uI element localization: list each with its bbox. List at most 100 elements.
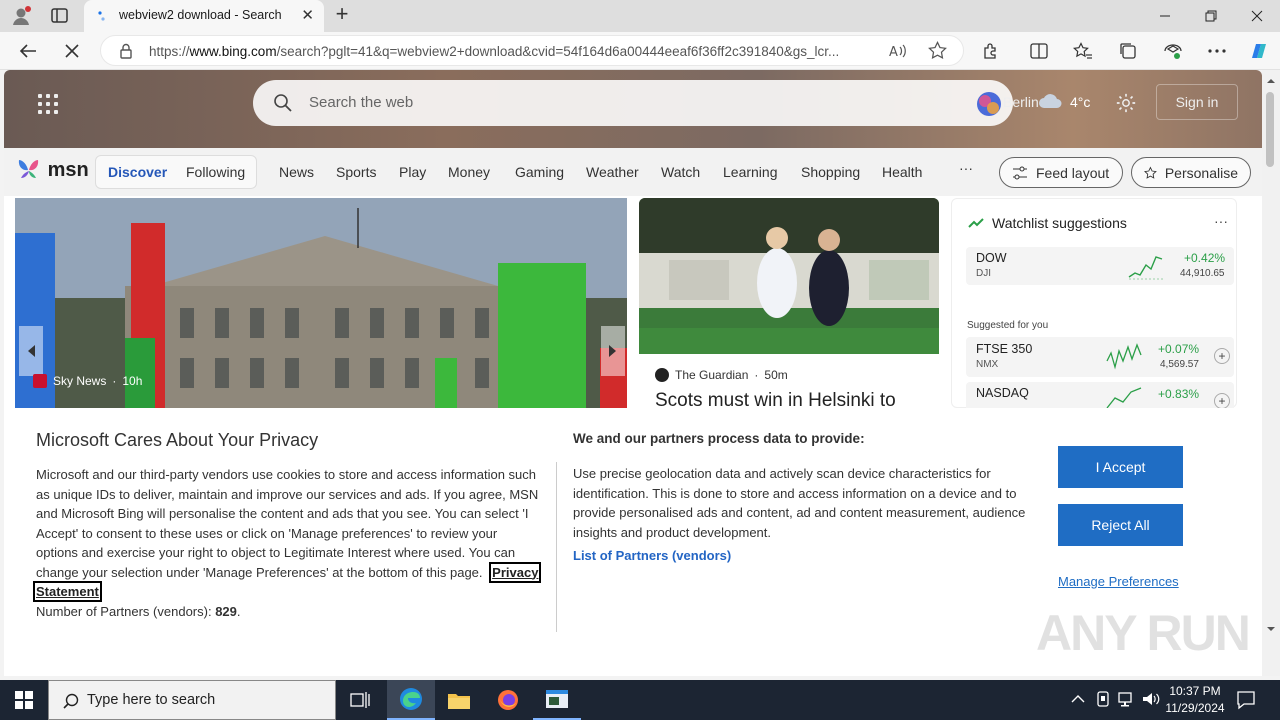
- stock-value: 44,910.65: [1180, 268, 1225, 279]
- close-window-button[interactable]: [1234, 0, 1280, 32]
- feed-layout-button[interactable]: Feed layout: [999, 157, 1123, 188]
- nav-money[interactable]: Money: [448, 164, 490, 180]
- copilot-icon[interactable]: [1244, 37, 1274, 65]
- stock-name: NASDAQ: [976, 386, 1029, 400]
- manage-preferences-link[interactable]: Manage Preferences: [1058, 574, 1179, 589]
- volume-icon[interactable]: [1142, 691, 1160, 710]
- scroll-thumb[interactable]: [1266, 92, 1274, 167]
- stock-symbol: DJI: [976, 268, 991, 279]
- watchlist-header: Watchlist suggestions: [968, 215, 1127, 231]
- nav-more-button[interactable]: ···: [959, 160, 973, 176]
- browser-tab-active[interactable]: webview2 download - Search ✕: [84, 0, 324, 33]
- stop-loading-button[interactable]: [57, 37, 87, 65]
- personalise-button[interactable]: Personalise: [1131, 157, 1251, 188]
- msn-hero-header: Search the web Berlin 4°c Sign in: [4, 70, 1262, 148]
- watchlist-title: Watchlist suggestions: [992, 215, 1127, 231]
- partners-count-period: .: [236, 603, 241, 619]
- discover-following-toggle: Discover Following: [95, 155, 257, 189]
- watchlist-more-button[interactable]: ···: [1214, 213, 1228, 229]
- back-button[interactable]: [13, 37, 43, 65]
- stock-value: 4,569.57: [1160, 359, 1199, 370]
- taskbar-firefox[interactable]: [484, 680, 532, 720]
- taskbar-file-explorer[interactable]: [435, 680, 483, 720]
- add-to-watchlist-icon[interactable]: +: [1214, 348, 1230, 364]
- watchlist-card: Watchlist suggestions ··· DOW DJI +0.42%…: [951, 198, 1237, 408]
- split-screen-icon[interactable]: [1024, 37, 1054, 65]
- watchlist-item[interactable]: NASDAQ +0.83% +: [966, 382, 1234, 408]
- start-button[interactable]: [0, 680, 48, 720]
- tray-device-icon[interactable]: [1095, 691, 1111, 712]
- list-of-partners-link[interactable]: List of Partners (vendors): [573, 548, 731, 563]
- web-search-box[interactable]: Search the web: [253, 80, 1013, 126]
- tab-close-icon[interactable]: ✕: [301, 6, 314, 24]
- stock-trend-icon: [968, 218, 984, 228]
- extensions-icon[interactable]: [976, 37, 1006, 65]
- browser-essentials-icon[interactable]: [1158, 37, 1188, 65]
- stock-change: +0.07%: [1158, 342, 1200, 356]
- search-placeholder[interactable]: Search the web: [309, 94, 413, 111]
- nav-shopping[interactable]: Shopping: [801, 164, 860, 180]
- url-scheme: https://: [149, 44, 190, 59]
- app-launcher-icon[interactable]: [38, 94, 58, 114]
- url-path: /search?pglt=41&q=webview2+download&cvid…: [276, 44, 840, 59]
- msn-logo[interactable]: msn: [16, 158, 89, 182]
- restore-button[interactable]: [1188, 0, 1234, 32]
- settings-gear-icon[interactable]: [1115, 92, 1137, 117]
- taskbar-clock[interactable]: 10:37 PM 11/29/2024: [1160, 683, 1230, 717]
- favorite-star-icon[interactable]: [928, 41, 947, 63]
- anyrun-watermark: ANY RUN: [1036, 605, 1251, 661]
- stock-sparkline: [1128, 256, 1163, 280]
- tab-actions-icon[interactable]: [50, 7, 70, 25]
- tab-discover[interactable]: Discover: [108, 164, 167, 180]
- nav-gaming[interactable]: Gaming: [515, 164, 564, 180]
- scroll-down-icon[interactable]: [1266, 626, 1276, 632]
- guardian-icon: [655, 368, 669, 382]
- carousel-prev-button[interactable]: [19, 326, 43, 376]
- show-hidden-icons[interactable]: [1071, 692, 1085, 707]
- nav-watch[interactable]: Watch: [661, 164, 700, 180]
- favorites-icon[interactable]: [1068, 37, 1098, 65]
- sport-card-headline[interactable]: Scots must win in Helsinki to: [655, 390, 896, 408]
- sign-in-button[interactable]: Sign in: [1156, 84, 1238, 120]
- tab-following[interactable]: Following: [186, 164, 245, 180]
- collections-icon[interactable]: [1113, 37, 1143, 65]
- taskbar-search-icon: [63, 693, 79, 709]
- read-aloud-icon[interactable]: A: [889, 42, 907, 63]
- nav-weather[interactable]: Weather: [586, 164, 639, 180]
- loading-spinner-icon: [98, 11, 105, 21]
- stock-change: +0.42%: [1184, 251, 1226, 265]
- main-news-card[interactable]: Sky News · 10h: [15, 198, 627, 408]
- temperature: 4°c: [1070, 94, 1091, 110]
- taskbar-search-box[interactable]: Type here to search: [48, 680, 336, 720]
- profile-icon[interactable]: [10, 5, 32, 27]
- taskbar-edge[interactable]: [387, 680, 435, 720]
- settings-more-icon[interactable]: [1202, 37, 1232, 65]
- accept-button[interactable]: I Accept: [1058, 446, 1183, 488]
- watchlist-item[interactable]: DOW DJI +0.42% 44,910.65: [966, 247, 1234, 285]
- carousel-next-button[interactable]: [601, 326, 625, 376]
- sport-news-card[interactable]: The Guardian · 50m Scots must win in Hel…: [639, 198, 939, 408]
- network-icon[interactable]: [1118, 691, 1136, 710]
- personalise-label: Personalise: [1164, 164, 1238, 181]
- url-text[interactable]: https://www.bing.com/search?pglt=41&q=we…: [149, 44, 879, 59]
- copilot-search-icon[interactable]: [975, 90, 1003, 121]
- reject-all-button[interactable]: Reject All: [1058, 504, 1183, 546]
- nav-news[interactable]: News: [279, 164, 314, 180]
- taskbar-app-window[interactable]: [533, 680, 581, 720]
- nav-play[interactable]: Play: [399, 164, 426, 180]
- new-tab-button[interactable]: +: [330, 3, 354, 27]
- scroll-up-icon[interactable]: [1266, 78, 1276, 84]
- search-icon: [273, 93, 293, 116]
- task-view-button[interactable]: [336, 680, 384, 720]
- lock-icon[interactable]: [119, 43, 133, 62]
- nav-health[interactable]: Health: [882, 164, 922, 180]
- nav-learning[interactable]: Learning: [723, 164, 778, 180]
- privacy-purposes-body: Use precise geolocation data and activel…: [573, 466, 1026, 540]
- minimize-button[interactable]: [1142, 0, 1188, 32]
- address-bar[interactable]: https://www.bing.com/search?pglt=41&q=we…: [100, 35, 964, 66]
- nav-sports[interactable]: Sports: [336, 164, 376, 180]
- watchlist-item[interactable]: FTSE 350 NMX +0.07% 4,569.57 +: [966, 337, 1234, 377]
- notifications-icon[interactable]: [1236, 690, 1256, 713]
- page-scrollbar[interactable]: [1262, 70, 1280, 676]
- add-to-watchlist-icon[interactable]: +: [1214, 393, 1230, 408]
